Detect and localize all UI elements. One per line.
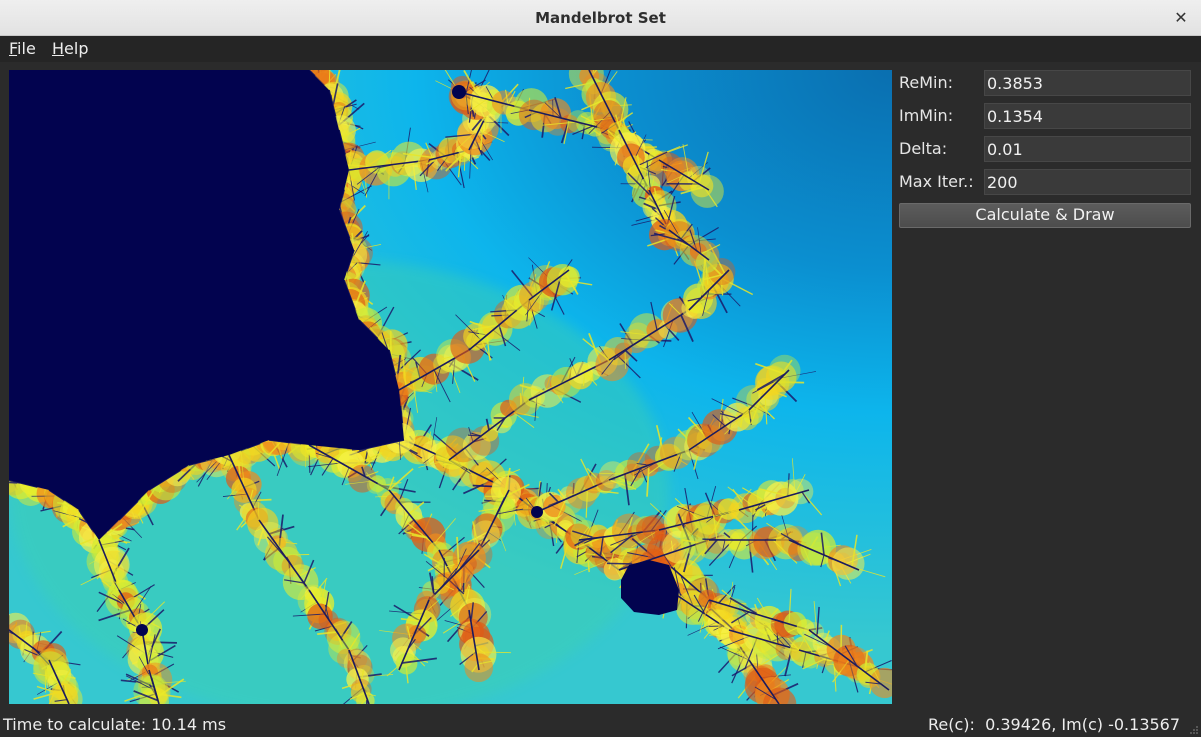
window-title: Mandelbrot Set: [535, 9, 666, 27]
immin-input[interactable]: [984, 103, 1191, 129]
max-iter-input[interactable]: [984, 169, 1191, 195]
menu-file-mnemonic: F: [9, 39, 18, 58]
remin-label: ReMin:: [899, 73, 954, 92]
title-bar: Mandelbrot Set ✕: [0, 0, 1201, 36]
max-iter-label: Max Iter.:: [899, 172, 974, 191]
mandelbrot-canvas[interactable]: [9, 70, 892, 704]
set-interior-bulb-left: [136, 624, 148, 636]
close-icon[interactable]: ✕: [1171, 8, 1191, 28]
resize-grip-icon[interactable]: [1189, 725, 1199, 735]
menu-help-label: elp: [64, 39, 89, 58]
status-time: Time to calculate: 10.14 ms: [3, 715, 227, 734]
menu-help-mnemonic: H: [52, 39, 65, 58]
delta-label: Delta:: [899, 139, 948, 158]
delta-input[interactable]: [984, 136, 1191, 162]
menu-help[interactable]: Help: [52, 38, 88, 60]
menu-file-label: ile: [17, 39, 36, 58]
status-coordinates: Re(c): 0.39426, Im(c) -0.13567: [928, 715, 1181, 734]
menu-file[interactable]: File: [9, 38, 36, 60]
menu-bar: File Help: [0, 36, 1201, 62]
immin-label: ImMin:: [899, 106, 954, 125]
set-interior-bulb-top: [452, 85, 466, 99]
calculate-draw-button[interactable]: Calculate & Draw: [899, 203, 1191, 228]
set-interior-minibrot: [621, 560, 679, 615]
set-interior-bulb-mid: [531, 506, 543, 518]
remin-input[interactable]: [984, 70, 1191, 96]
fractal-image: [9, 70, 892, 704]
